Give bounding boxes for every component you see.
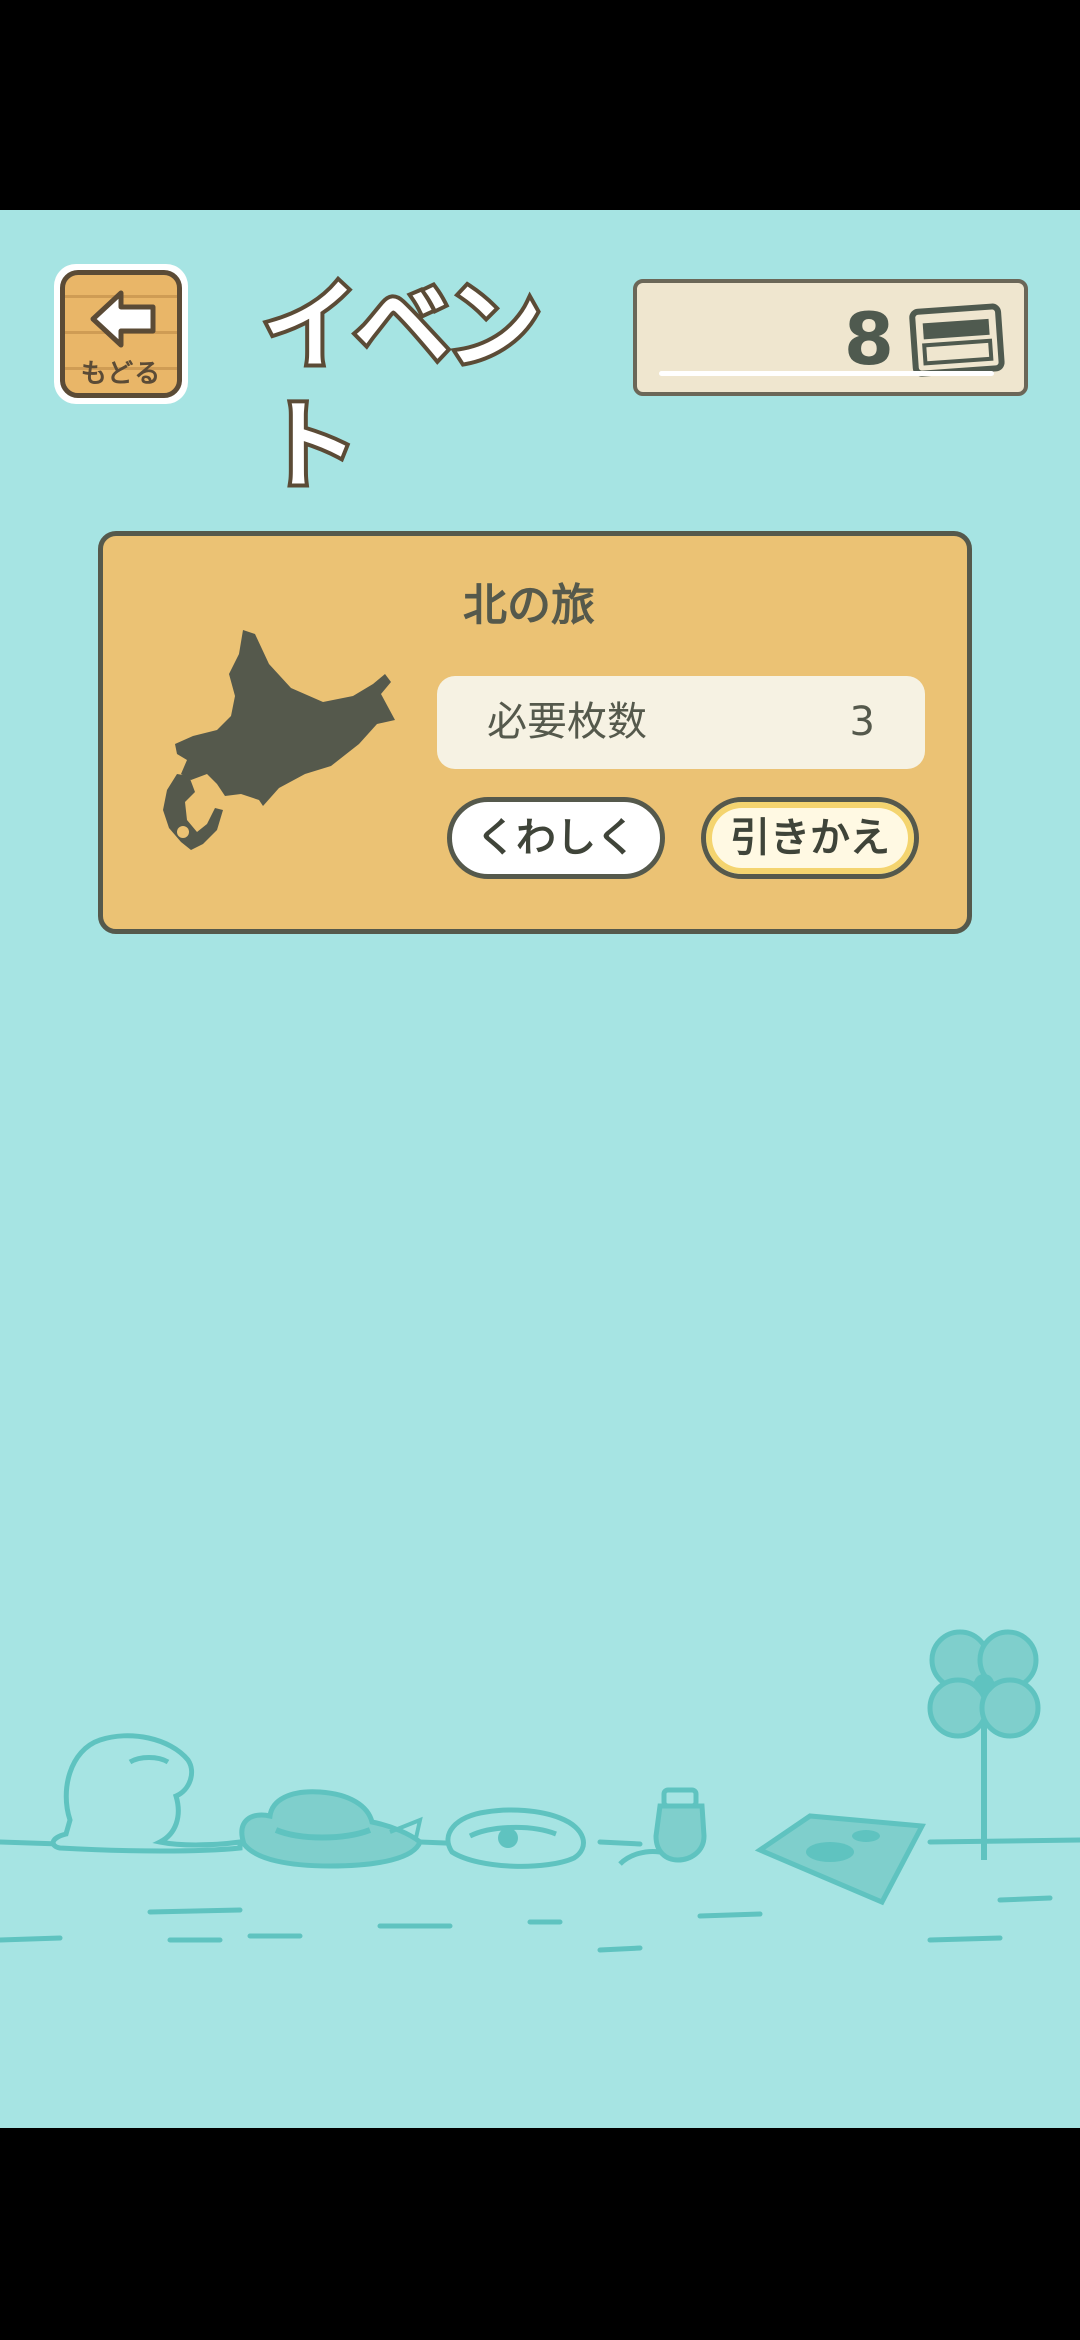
required-tickets-value: 3	[849, 699, 875, 745]
exchange-button[interactable]: 引きかえ	[701, 797, 919, 879]
ground-scene	[0, 1629, 1080, 1953]
clover-illustration	[927, 1629, 1041, 1860]
back-button[interactable]: もどる	[54, 264, 188, 404]
bottom-letterbox	[0, 2128, 1080, 2340]
event-card: 北の旅 必要枚数 3 くわしく 引きかえ	[98, 531, 972, 934]
details-button[interactable]: くわしく	[447, 797, 665, 879]
required-tickets-box: 必要枚数 3	[437, 676, 925, 769]
top-letterbox	[0, 0, 1080, 210]
event-title: 北の旅	[463, 580, 595, 631]
required-tickets-label: 必要枚数	[487, 699, 647, 745]
map-sheet-illustration	[754, 1813, 926, 1906]
page-title: イベント	[258, 266, 546, 506]
hat-illustration	[239, 1789, 423, 1869]
ticket-counter: 8	[633, 279, 1028, 396]
lunchbox-illustration	[445, 1807, 586, 1869]
hokkaido-map-icon	[163, 630, 395, 850]
back-button-face: もどる	[60, 270, 182, 398]
frog-illustration	[50, 1733, 243, 1854]
ground-dashes	[0, 1895, 1053, 1953]
back-arrow-icon	[90, 290, 156, 348]
lantern-illustration	[618, 1787, 707, 1866]
back-label: もどる	[80, 359, 162, 389]
ticket-underline	[659, 371, 994, 376]
ticket-icon	[909, 303, 1005, 377]
